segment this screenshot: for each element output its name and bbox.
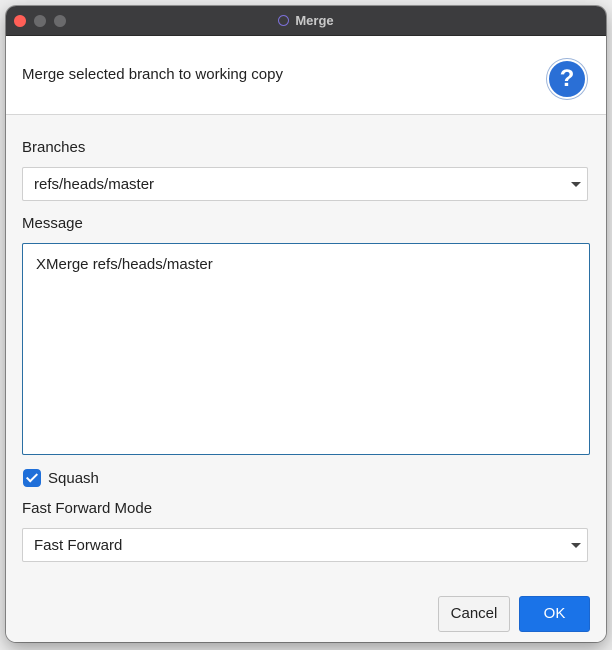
ok-button[interactable]: OK bbox=[519, 596, 590, 632]
branches-selected-value: refs/heads/master bbox=[34, 176, 155, 193]
chevron-down-icon bbox=[571, 543, 581, 548]
message-textarea[interactable]: XMerge refs/heads/master bbox=[22, 243, 590, 455]
fast-forward-selected-value: Fast Forward bbox=[34, 537, 123, 554]
fast-forward-mode-select[interactable]: Fast Forward bbox=[22, 528, 588, 562]
cancel-button[interactable]: Cancel bbox=[438, 596, 510, 632]
branches-label: Branches bbox=[22, 139, 86, 156]
branches-select[interactable]: refs/heads/master bbox=[22, 167, 588, 201]
title-bar: Merge bbox=[6, 6, 606, 36]
merge-dialog: Merge Merge selected branch to working c… bbox=[6, 6, 606, 642]
dialog-description: Merge selected branch to working copy bbox=[22, 66, 283, 83]
window-title: Merge bbox=[6, 6, 606, 35]
fast-forward-mode-label: Fast Forward Mode bbox=[22, 500, 153, 517]
squash-checkbox[interactable] bbox=[23, 469, 41, 487]
message-label: Message bbox=[22, 215, 83, 232]
dialog-header: Merge selected branch to working copy ? bbox=[6, 36, 606, 115]
chevron-down-icon bbox=[571, 182, 581, 187]
dialog-body: Branches refs/heads/master Message XMerg… bbox=[6, 115, 606, 642]
window-title-text: Merge bbox=[295, 13, 334, 28]
help-button[interactable]: ? bbox=[547, 59, 587, 99]
squash-label[interactable]: Squash bbox=[48, 470, 99, 487]
app-icon bbox=[278, 15, 290, 26]
message-text: XMerge refs/heads/master bbox=[36, 256, 213, 273]
